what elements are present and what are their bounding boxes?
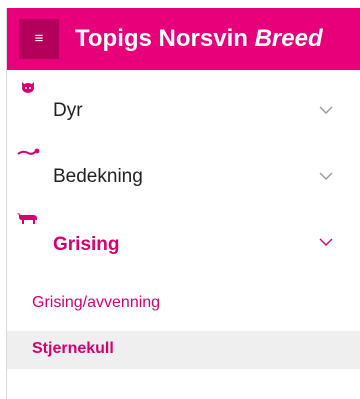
subnav-item-grising-avvenning[interactable]: Grising/avvenning (7, 285, 360, 323)
app-frame: ≡ Topigs Norsvin Breed Dyr Bedekning Gri… (6, 8, 360, 399)
brand-title: Topigs Norsvin Breed (75, 24, 323, 54)
chevron-down-icon (319, 238, 333, 246)
hamburger-icon: ≡ (34, 30, 44, 47)
nav-label-grising: Grising (53, 234, 120, 255)
nav-label-bedekning: Bedekning (53, 166, 143, 187)
nav-item-grising[interactable]: Grising (7, 202, 360, 268)
insemination-icon (17, 148, 40, 155)
pig-icon (22, 82, 34, 93)
menu-toggle-button[interactable]: ≡ (19, 19, 59, 59)
brand-name: Topigs Norsvin (75, 25, 248, 52)
sow-icon (17, 213, 37, 224)
chevron-down-icon (319, 106, 333, 114)
nav-item-dyr[interactable]: Dyr (7, 70, 360, 136)
subnav-item-stjernekull[interactable]: Stjernekull (7, 331, 360, 369)
subnav-label: Grising/avvenning (32, 294, 161, 311)
nav-item-bedekning[interactable]: Bedekning (7, 136, 360, 202)
subnav-label: Stjernekull (32, 340, 114, 357)
chevron-down-icon (319, 172, 333, 180)
nav-label-dyr: Dyr (53, 100, 83, 121)
brand-suffix: Breed (254, 25, 323, 52)
app-header: ≡ Topigs Norsvin Breed (7, 8, 360, 70)
